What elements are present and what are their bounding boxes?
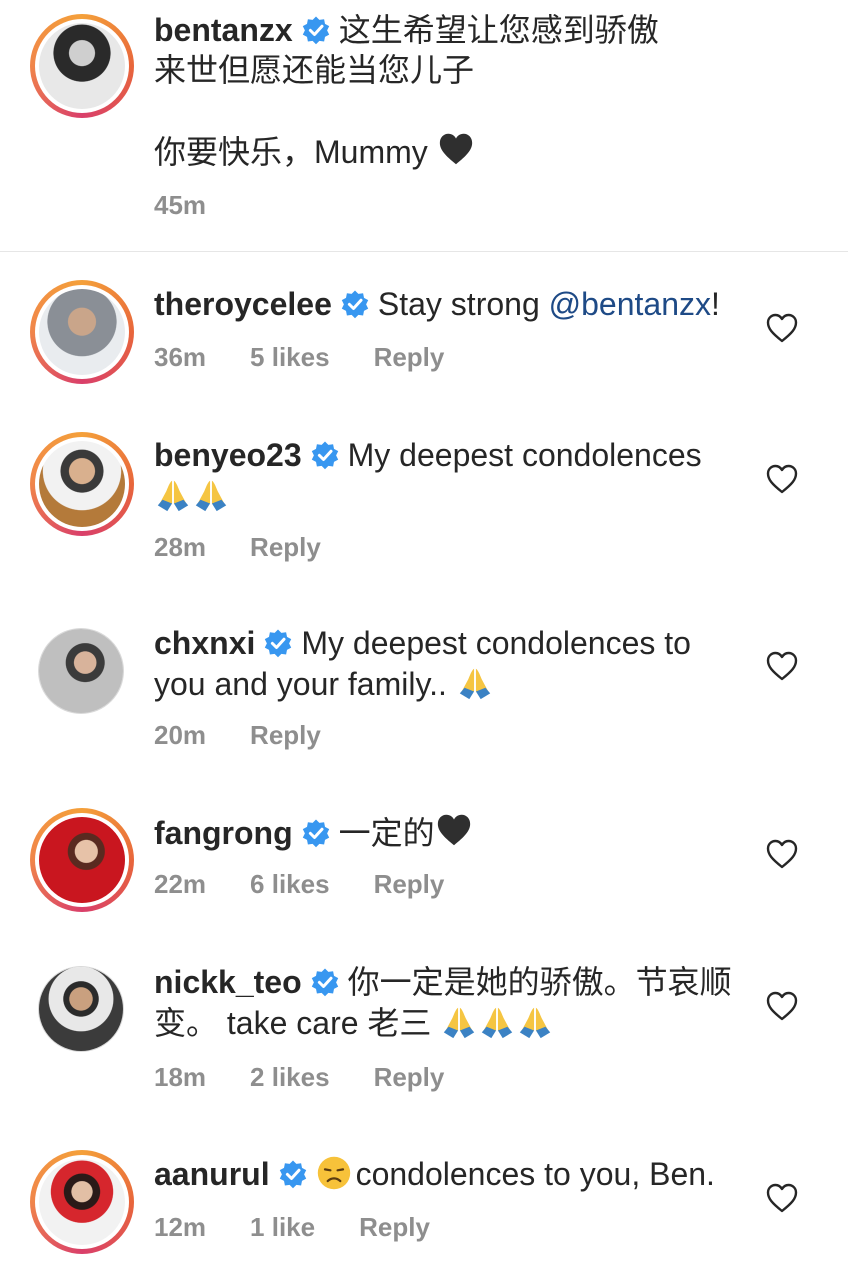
comment-text: nickk_teo 你一定是她的骄傲。节哀顺变。 take care 老三	[154, 962, 744, 1043]
heart-outline-icon[interactable]	[764, 836, 800, 872]
comment-text: theroycelee Stay strong @bentanzx!	[154, 284, 744, 324]
username[interactable]: theroycelee	[154, 286, 332, 322]
reply-button[interactable]: Reply	[250, 720, 321, 750]
comment-body: condolences to you, Ben.	[355, 1156, 715, 1192]
username[interactable]: aanurul	[154, 1156, 270, 1192]
verified-badge-icon	[340, 289, 370, 319]
timestamp: 36m	[154, 342, 207, 372]
comment-body: 一定的	[338, 815, 435, 851]
heart-outline-icon[interactable]	[764, 310, 800, 346]
comment-body: !	[710, 286, 720, 322]
post-caption: bentanzx 这生希望让您感到骄傲 来世但愿还能当您儿子 你要快乐，Mummy…	[0, 0, 848, 252]
avatar[interactable]	[30, 14, 134, 118]
timestamp: 18m	[154, 1062, 207, 1092]
folded-hands-emoji	[456, 663, 494, 701]
heart-outline-icon[interactable]	[764, 1180, 800, 1216]
timestamp: 12m	[154, 1212, 207, 1242]
comment-text: aanurul condolences to you, Ben.	[154, 1154, 744, 1194]
folded-hands-emoji	[154, 475, 192, 513]
likes-count[interactable]: 1 like	[250, 1212, 315, 1242]
comment-meta: 12m 1 like Reply	[154, 1212, 474, 1243]
comment-meta: 20m Reply	[154, 720, 365, 751]
comment-text: chxnxi My deepest condolences to you and …	[154, 623, 744, 704]
likes-count[interactable]: 5 likes	[250, 342, 330, 372]
reply-button[interactable]: Reply	[374, 342, 445, 372]
avatar[interactable]	[30, 280, 134, 384]
heart-outline-icon[interactable]	[764, 648, 800, 684]
black-heart-emoji	[437, 130, 475, 168]
verified-badge-icon	[301, 15, 331, 45]
caption-line: 你要快乐，Mummy	[154, 134, 428, 170]
likes-count[interactable]: 2 likes	[250, 1062, 330, 1092]
divider	[0, 251, 848, 252]
caption-meta: 45m	[154, 190, 250, 221]
username[interactable]: benyeo23	[154, 437, 302, 473]
mention-link[interactable]: @bentanzx	[549, 286, 711, 322]
comment-text: fangrong 一定的	[154, 811, 744, 853]
avatar[interactable]	[30, 1150, 134, 1254]
verified-badge-icon	[301, 818, 331, 848]
timestamp: 28m	[154, 532, 207, 562]
folded-hands-emoji	[516, 1002, 554, 1040]
comment-meta: 18m 2 likes Reply	[154, 1062, 488, 1093]
comment-meta: 28m Reply	[154, 532, 365, 563]
black-heart-emoji	[435, 811, 473, 849]
reply-button[interactable]: Reply	[374, 1062, 445, 1092]
disappointed-face-emoji	[316, 1155, 352, 1191]
username[interactable]: nickk_teo	[154, 964, 302, 1000]
timestamp: 45m	[154, 190, 207, 220]
heart-outline-icon[interactable]	[764, 988, 800, 1024]
verified-badge-icon	[263, 628, 293, 658]
avatar[interactable]	[38, 966, 124, 1052]
reply-button[interactable]: Reply	[359, 1212, 430, 1242]
username[interactable]: chxnxi	[154, 625, 255, 661]
folded-hands-emoji	[478, 1002, 516, 1040]
verified-badge-icon	[310, 440, 340, 470]
reply-button[interactable]: Reply	[374, 869, 445, 899]
username[interactable]: bentanzx	[154, 12, 293, 48]
folded-hands-emoji	[440, 1002, 478, 1040]
avatar[interactable]	[30, 432, 134, 536]
heart-outline-icon[interactable]	[764, 461, 800, 497]
username[interactable]: fangrong	[154, 815, 293, 851]
folded-hands-emoji	[192, 475, 230, 513]
comment-body: Stay strong	[377, 286, 549, 322]
timestamp: 22m	[154, 869, 207, 899]
caption-line: 来世但愿还能当您儿子	[154, 52, 475, 88]
comment-meta: 36m 5 likes Reply	[154, 342, 488, 373]
avatar[interactable]	[38, 628, 124, 714]
comment-body: My deepest condolences	[347, 437, 702, 473]
avatar[interactable]	[30, 808, 134, 912]
reply-button[interactable]: Reply	[250, 532, 321, 562]
caption-text: bentanzx 这生希望让您感到骄傲 来世但愿还能当您儿子 你要快乐，Mummy	[154, 10, 744, 172]
verified-badge-icon	[310, 967, 340, 997]
caption-line: 这生希望让您感到骄傲	[338, 12, 659, 48]
comment-meta: 22m 6 likes Reply	[154, 869, 488, 900]
comment-text: benyeo23 My deepest condolences	[154, 435, 744, 516]
likes-count[interactable]: 6 likes	[250, 869, 330, 899]
timestamp: 20m	[154, 720, 207, 750]
verified-badge-icon	[278, 1159, 308, 1189]
